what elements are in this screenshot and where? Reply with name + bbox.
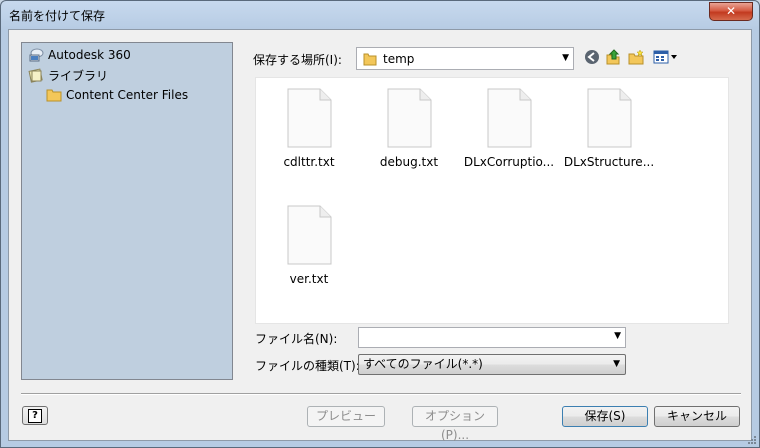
text-file-icon	[287, 205, 332, 265]
chevron-down-icon: ▼	[562, 53, 569, 63]
cancel-button[interactable]: キャンセル	[654, 406, 740, 427]
file-name: debug.txt	[379, 155, 439, 169]
place-label: Content Center Files	[66, 88, 189, 102]
filetype-value: すべてのファイル(*.*)	[363, 357, 483, 371]
save-as-dialog: 名前を付けて保存 ✕ Autodesk 360 ライブラリ Content Ce…	[0, 0, 760, 448]
help-button[interactable]: ?	[22, 406, 48, 425]
file-name: DLxStructure...	[563, 155, 655, 169]
file-name: ver.txt	[289, 272, 329, 286]
filename-label: ファイル名(N):	[255, 332, 338, 346]
text-file-icon	[287, 88, 332, 148]
new-folder-button[interactable]	[626, 47, 646, 67]
place-label: Autodesk 360	[48, 48, 131, 62]
file-item[interactable]: ver.txt	[261, 205, 357, 286]
cloud-computer-icon	[29, 48, 44, 62]
save-button[interactable]: 保存(S)	[562, 406, 648, 427]
help-icon: ?	[28, 408, 42, 423]
file-item[interactable]: DLxCorruptio...	[461, 88, 557, 169]
places-bar: Autodesk 360 ライブラリ Content Center Files	[21, 42, 233, 380]
folder-icon	[46, 89, 62, 102]
options-button[interactable]: オプション(P)...	[412, 406, 498, 442]
library-icon	[28, 68, 43, 83]
close-button[interactable]: ✕	[709, 2, 753, 21]
text-file-icon	[487, 88, 532, 148]
up-folder-icon	[606, 49, 620, 65]
filetype-dropdown[interactable]: すべてのファイル(*.*) ▼	[358, 354, 626, 375]
folder-icon	[363, 53, 377, 65]
file-list[interactable]: cdlttr.txt debug.txt DLxCorruptio... DLx…	[255, 77, 729, 324]
save-in-label: 保存する場所(I):	[253, 53, 342, 67]
place-label: ライブラリ	[48, 68, 109, 83]
save-in-value: temp	[383, 51, 415, 66]
file-item[interactable]: debug.txt	[361, 88, 457, 169]
back-arrow-icon	[585, 50, 599, 64]
place-library[interactable]: ライブラリ	[28, 66, 108, 84]
save-in-dropdown[interactable]: temp ▼	[356, 47, 574, 70]
chevron-down-icon[interactable]: ▼	[614, 331, 621, 341]
view-menu-button[interactable]	[652, 47, 680, 67]
file-item[interactable]: DLxStructure...	[561, 88, 657, 169]
title-bar[interactable]: 名前を付けて保存 ✕	[1, 1, 759, 29]
file-item[interactable]: cdlttr.txt	[261, 88, 357, 169]
new-folder-icon	[628, 49, 644, 65]
divider	[21, 393, 741, 395]
preview-button[interactable]: プレビュー	[307, 406, 385, 427]
text-file-icon	[587, 88, 632, 148]
chevron-down-icon: ▼	[613, 359, 620, 369]
back-button[interactable]	[582, 47, 602, 67]
window-title: 名前を付けて保存	[9, 9, 106, 23]
dialog-body: Autodesk 360 ライブラリ Content Center Files …	[8, 29, 752, 442]
place-content-center-files[interactable]: Content Center Files	[46, 86, 188, 104]
file-name: DLxCorruptio...	[463, 155, 555, 169]
place-autodesk-360[interactable]: Autodesk 360	[28, 46, 131, 64]
view-menu-icon	[653, 50, 677, 64]
filename-input[interactable]: ▼	[358, 327, 626, 348]
file-name: cdlttr.txt	[283, 155, 335, 169]
filetype-label: ファイルの種類(T):	[255, 359, 360, 373]
up-folder-button[interactable]	[603, 47, 623, 67]
resize-grip-icon[interactable]	[747, 435, 757, 445]
text-file-icon	[387, 88, 432, 148]
